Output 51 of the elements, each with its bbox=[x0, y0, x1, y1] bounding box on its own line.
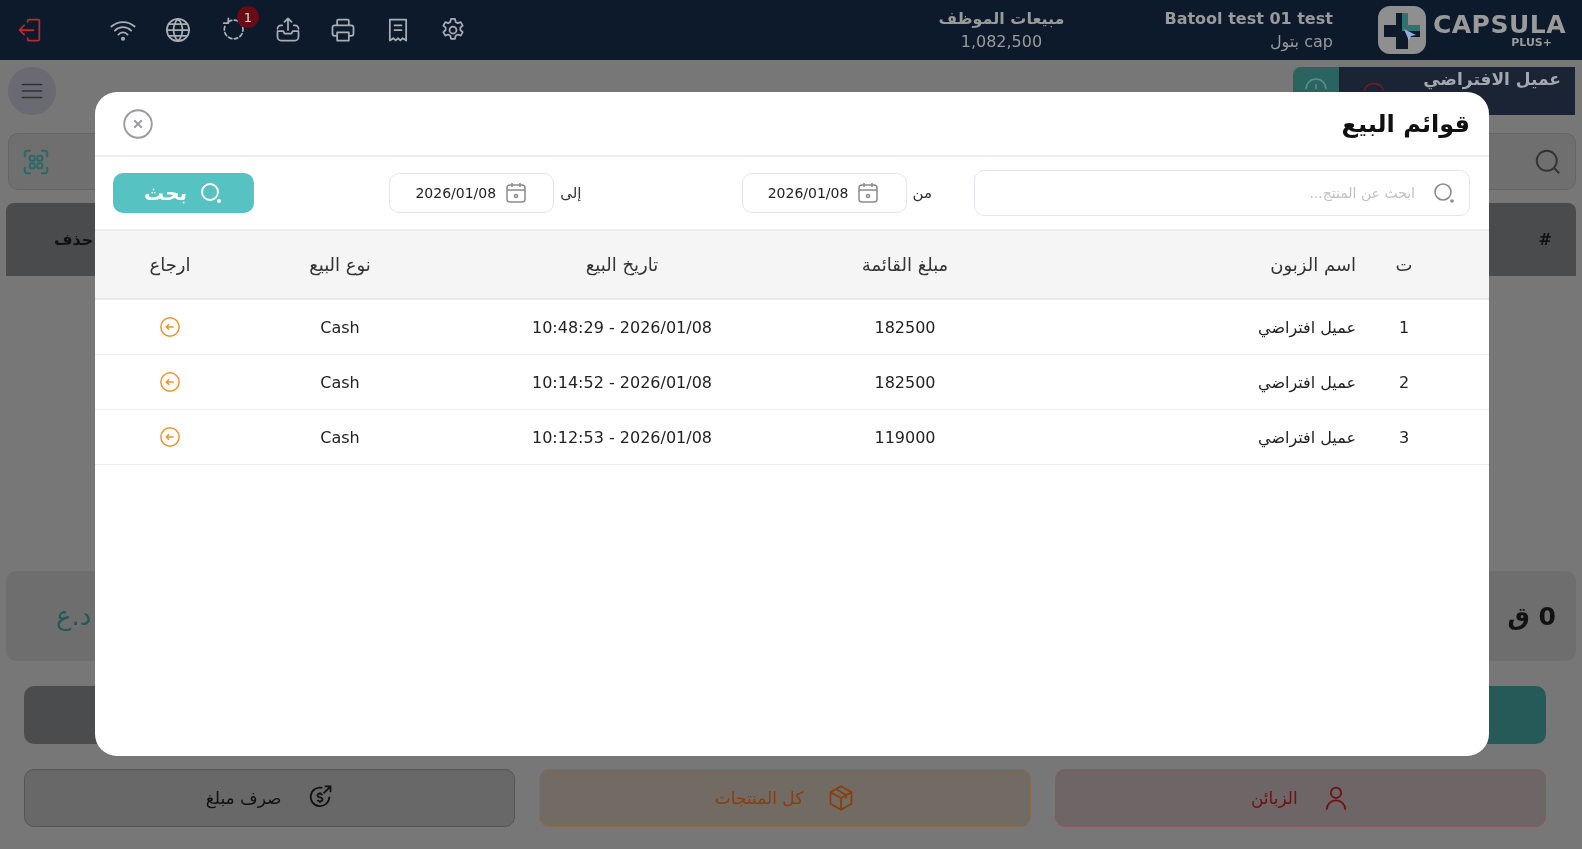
action-button[interactable]: الزبائن bbox=[1054, 769, 1546, 827]
user-subtitle: بتول cap bbox=[1269, 32, 1333, 51]
column-header: حذف bbox=[54, 230, 94, 249]
column-header: نوع البيع bbox=[309, 254, 371, 275]
date-field[interactable]: 2026/01/08 bbox=[389, 173, 555, 213]
table-cell: عميل افتراضي bbox=[1258, 372, 1356, 392]
table-cell: 1 bbox=[1398, 317, 1410, 337]
table-cell: 3 bbox=[1398, 427, 1410, 447]
column-header: تاريخ البيع bbox=[585, 254, 659, 275]
customer-name: عميل الافتراضي bbox=[1423, 69, 1561, 89]
to-label: إلى bbox=[560, 184, 582, 202]
action-button[interactable]: صرف مبلغ bbox=[24, 769, 516, 827]
table-cell: 119000 bbox=[874, 427, 936, 447]
upload-tray-icon[interactable] bbox=[274, 16, 302, 44]
from-label: من bbox=[912, 184, 932, 202]
search-field[interactable]: ابحث عن المنتج... bbox=[974, 170, 1470, 216]
table-cell: 10:48:29 - 2026/01/08 bbox=[532, 317, 712, 337]
printer-icon[interactable] bbox=[329, 16, 357, 44]
column-header: ت bbox=[1395, 254, 1413, 275]
table-cell: عميل افتراضي bbox=[1258, 317, 1356, 337]
logo-tagline: PLUS+ bbox=[1511, 37, 1552, 48]
column-header: # bbox=[1538, 230, 1552, 249]
currency-label: د.ع bbox=[56, 601, 92, 631]
sales-value: 1,082,500 bbox=[960, 32, 1043, 51]
search-icon bbox=[1432, 181, 1456, 205]
logo-icon bbox=[1376, 5, 1427, 55]
table-cell: Cash bbox=[320, 317, 360, 337]
calendar-icon bbox=[856, 181, 881, 205]
column-header: ارجاع bbox=[149, 254, 191, 275]
column-header: مبلغ القائمة bbox=[861, 254, 949, 275]
close-button[interactable] bbox=[123, 108, 153, 139]
table-cell: Cash bbox=[320, 427, 360, 447]
date-field[interactable]: 2026/01/08 bbox=[741, 173, 907, 213]
table-cell: Cash bbox=[320, 372, 360, 392]
table-cell: 182500 bbox=[874, 317, 936, 337]
table-cell: 10:12:53 - 2026/01/08 bbox=[532, 427, 712, 447]
calendar-icon bbox=[504, 181, 529, 205]
close-icon bbox=[123, 108, 153, 139]
total-amount: 0 ق bbox=[1507, 601, 1556, 631]
globe-icon[interactable] bbox=[164, 16, 192, 44]
logo-name: CAPSULA bbox=[1432, 12, 1566, 37]
table-cell: عميل افتراضي bbox=[1258, 427, 1356, 447]
table-cell: 10:14:52 - 2026/01/08 bbox=[532, 372, 712, 392]
search-button[interactable]: بحث bbox=[113, 173, 254, 213]
user-name: Batool test 01 test bbox=[1164, 9, 1333, 28]
search-icon bbox=[199, 181, 224, 205]
sales-label: مبيعات الموظف bbox=[938, 9, 1065, 28]
column-header: اسم الزبون bbox=[1270, 254, 1356, 275]
table-cell: 182500 bbox=[874, 372, 936, 392]
table-cell: 2 bbox=[1398, 372, 1410, 392]
notification-badge: 1 bbox=[237, 6, 259, 28]
